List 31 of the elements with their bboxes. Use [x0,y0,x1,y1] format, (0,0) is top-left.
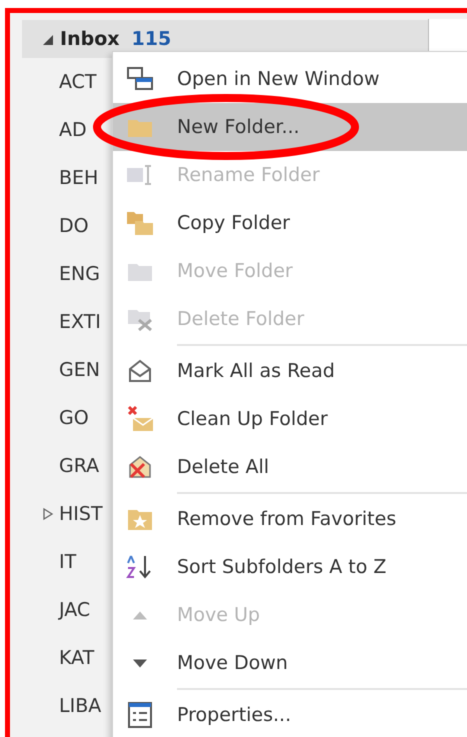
folder-name[interactable]: ENG [59,263,100,285]
menu-item[interactable]: Open in New Window [113,55,467,103]
folder-name[interactable]: IT [59,551,76,573]
folder-name[interactable]: AD [59,119,87,141]
folder-name[interactable]: HIST [59,503,103,525]
menu-item[interactable]: Clean Up Folder [113,395,467,443]
folder-name[interactable]: DO [59,215,89,237]
menu-item[interactable]: Mark All as Read [113,347,467,395]
menu-item[interactable]: Move Down [113,639,467,687]
folder-name[interactable]: GRA [59,455,100,477]
folder-name[interactable]: JAC [59,599,90,621]
menu-item[interactable]: Sort Subfolders A to Z [113,543,467,591]
folder-name[interactable]: GO [59,407,89,429]
down-arrow-icon [132,658,148,668]
properties-icon [125,700,155,730]
folder-name[interactable]: Inbox [60,28,120,50]
folder-name[interactable]: KAT [59,647,94,669]
menu-item[interactable]: Properties... [113,691,467,737]
folder-name[interactable]: BEH [59,167,98,189]
menu-item[interactable]: Delete All [113,443,467,491]
folder-name[interactable]: ACT [59,71,97,93]
folder-name[interactable]: GEN [59,359,100,381]
folder-name[interactable]: EXTI [59,311,101,333]
cleanup-icon [125,404,155,434]
menu-item[interactable]: Copy Folder [113,199,467,247]
menu-item[interactable]: Remove from Favorites [113,495,467,543]
menu-item[interactable]: New Folder... [113,103,467,151]
unread-count: 115 [132,28,172,50]
collapsed-icon[interactable] [42,507,54,521]
up-arrow-icon [132,610,148,620]
folder-name[interactable]: LIBA [59,695,102,717]
